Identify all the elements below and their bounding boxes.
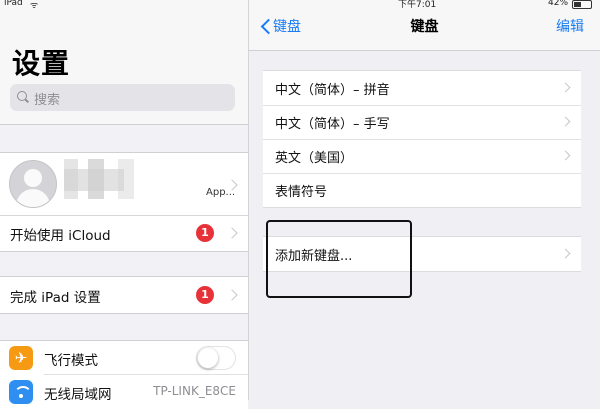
keyboard-row[interactable]: 表情符号 (263, 173, 581, 207)
chevron-right-icon (560, 116, 571, 127)
finish-setup-row[interactable]: 完成 iPad 设置 1 (0, 277, 248, 313)
keyboard-list: 中文（简体）– 拼音 中文（简体）– 手写 英文（美国） 表情符号 (263, 70, 581, 208)
status-time: 下午7:01 (398, 0, 437, 10)
keyboard-row[interactable]: 中文（简体）– 拼音 (263, 71, 581, 105)
setup-group: 完成 iPad 设置 1 (0, 276, 248, 314)
edit-button[interactable]: 编辑 (556, 16, 584, 36)
battery-icon (572, 0, 592, 9)
icloud-label: 开始使用 iCloud (10, 228, 111, 244)
keyboard-row[interactable]: 中文（简体）– 手写 (263, 105, 581, 139)
chevron-right-icon (560, 150, 571, 161)
carrier-label: iPad (4, 0, 23, 8)
wifi-icon (9, 380, 33, 404)
icloud-row[interactable]: 开始使用 iCloud 1 (0, 215, 248, 251)
wifi-signal-icon: ᯤ (30, 1, 39, 11)
wifi-network-value: TP-LINK_E8CE (153, 384, 236, 398)
page-title: 设置 (12, 47, 71, 80)
keyboards-pane: 键盘 键盘 编辑 中文（简体）– 拼音 中文（简体）– 手写 英文（美国） 表情… (249, 0, 600, 400)
search-icon (17, 91, 27, 101)
airplane-icon: ✈ (9, 346, 33, 370)
account-group: App... 开始使用 iCloud 1 (0, 152, 248, 252)
keyboard-label: 英文（美国） (275, 151, 354, 166)
keyboard-row[interactable]: 英文（美国） (263, 139, 581, 173)
apple-id-row[interactable]: App... (0, 153, 248, 216)
connectivity-group: ✈ 飞行模式 无线局域网 TP-LINK_E8CE (0, 340, 248, 409)
wifi-row[interactable]: 无线局域网 TP-LINK_E8CE (0, 375, 248, 409)
airplane-mode-toggle[interactable] (196, 346, 236, 370)
chevron-right-icon (226, 289, 238, 301)
battery-percent: 42% (548, 0, 569, 8)
wifi-label: 无线局域网 (44, 387, 112, 403)
settings-sidebar: 设置 搜索 App... 开始使用 iCloud 1 完成 iPad 设置 1 (0, 0, 249, 409)
settings-header: 设置 搜索 (0, 0, 248, 125)
status-bar: iPad ᯤ 下午7:01 42% (0, 0, 600, 12)
airplane-mode-label: 飞行模式 (44, 353, 98, 369)
chevron-right-icon (560, 82, 571, 93)
nav-title: 键盘 (410, 19, 439, 35)
keyboard-label: 中文（简体）– 手写 (275, 117, 390, 132)
chevron-right-icon (560, 248, 571, 259)
annotation-highlight-box (266, 220, 412, 298)
notification-badge: 1 (196, 286, 214, 304)
keyboard-label: 表情符号 (275, 185, 328, 200)
chevron-right-icon (226, 227, 238, 239)
search-placeholder: 搜索 (34, 93, 61, 108)
search-field[interactable]: 搜索 (10, 84, 235, 111)
blurred-account-name-overlay (64, 169, 124, 191)
notification-badge: 1 (196, 224, 214, 242)
airplane-mode-row[interactable]: ✈ 飞行模式 (0, 341, 248, 375)
finish-setup-label: 完成 iPad 设置 (10, 290, 101, 306)
avatar (9, 160, 57, 208)
keyboard-label: 中文（简体）– 拼音 (275, 83, 390, 98)
